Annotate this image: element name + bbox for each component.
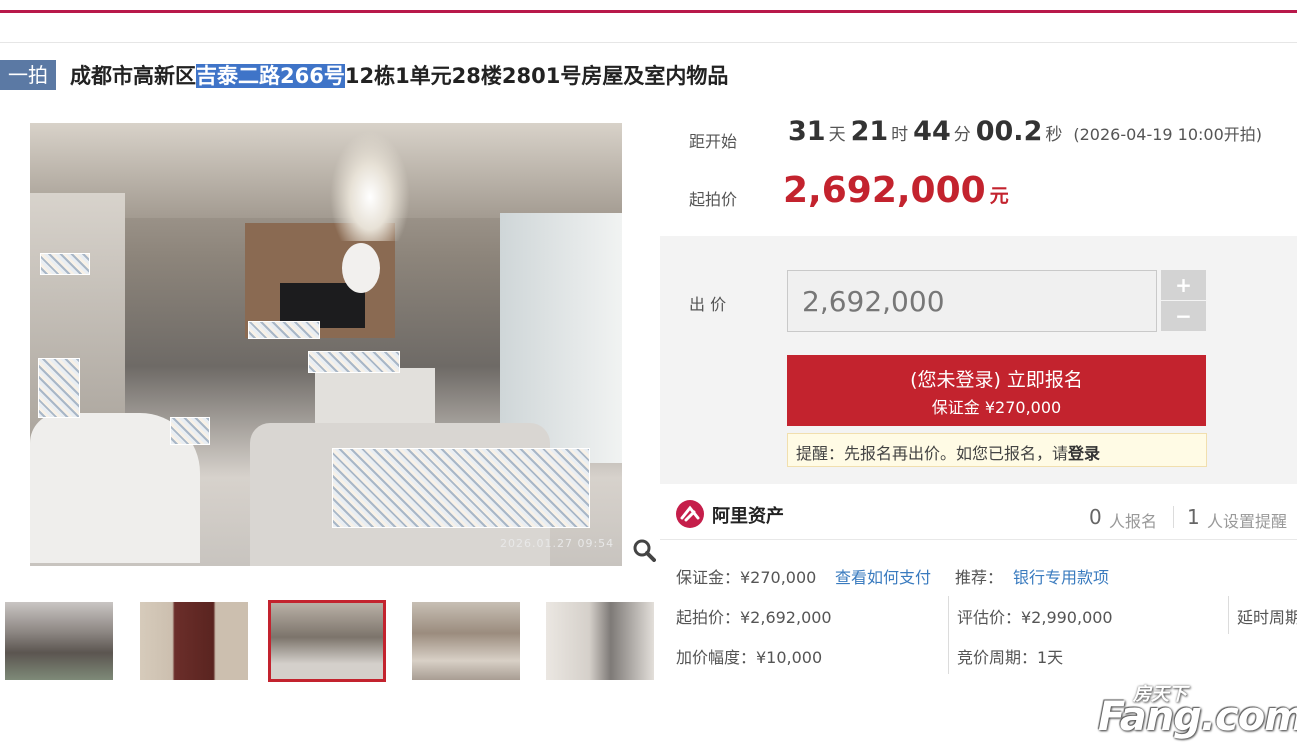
signup-deposit: 保证金 ¥270,000 (931, 398, 1062, 417)
starting-price-label: 起拍价 (689, 190, 738, 209)
thumbnail[interactable] (140, 602, 248, 680)
countdown-timer: 31 天 21 时 44 分 00.2 秒 (2026-04-19 10:00开拍) (788, 116, 1262, 147)
bid-increment: 加价幅度：¥10,000 (676, 648, 823, 667)
countdown-days: 31 (788, 116, 826, 147)
thumbnail-strip (0, 600, 660, 685)
bank-payment-link[interactable]: 银行专用款项 (1013, 564, 1109, 588)
bid-amount-input[interactable] (787, 270, 1157, 332)
starting-price: 2,692,000 元 (783, 170, 1009, 211)
signup-count-label: 人报名 (1109, 512, 1158, 531)
signup-count: 0 (1089, 505, 1102, 529)
price-unit: 元 (989, 185, 1009, 207)
bidding-cycle: 竞价周期：1天 (957, 648, 1064, 667)
ali-assets-logo-icon (676, 500, 704, 528)
watermark-logo: Fang.com (1098, 694, 1297, 740)
signup-button-label: (您未登录) 立即报名 (910, 369, 1083, 391)
redaction-box (170, 417, 210, 445)
photo-table (315, 368, 435, 428)
thumbnail[interactable] (5, 602, 113, 680)
redaction-box (38, 358, 80, 418)
photo-balloon (342, 243, 380, 293)
thumbnail[interactable] (412, 602, 520, 680)
platform-name: 阿里资产 (712, 506, 784, 527)
deposit-info: 保证金：¥270,000 (676, 568, 817, 587)
countdown-hours: 21 (850, 116, 889, 147)
decrease-bid-button[interactable]: − (1161, 301, 1206, 331)
thumbnail-selected[interactable] (268, 600, 386, 682)
page-title: 成都市高新区吉泰二路266号12栋1单元28楼2801号房屋及室内物品 (70, 60, 728, 90)
how-to-pay-link[interactable]: 查看如何支付 (835, 564, 931, 588)
countdown-seconds: 00.2 (975, 116, 1043, 147)
top-accent-line (0, 10, 1297, 13)
auction-title: 一拍 成都市高新区吉泰二路266号12栋1单元28楼2801号房屋及室内物品 (0, 58, 728, 92)
countdown-minutes: 44 (913, 116, 951, 147)
auction-round-tag: 一拍 (0, 60, 56, 90)
detail-divider (948, 596, 949, 674)
redaction-box (332, 448, 590, 528)
delay-cycle: 延时周期 (1237, 608, 1297, 627)
title-prefix: 成都市高新区 (70, 64, 196, 88)
days-unit: 天 (828, 125, 846, 145)
hours-unit: 时 (891, 125, 909, 145)
countdown-label: 距开始 (689, 132, 738, 151)
increase-bid-button[interactable]: + (1161, 270, 1206, 300)
reminder-notice: 提醒：先报名再出价。如您已报名，请登录 (787, 433, 1207, 467)
photo-chandelier (330, 131, 410, 241)
title-suffix: 12栋1单元28楼2801号房屋及室内物品 (344, 64, 729, 88)
starting-price-detail: 起拍价：¥2,692,000 (676, 608, 832, 627)
redaction-box (248, 321, 320, 339)
photo-timestamp: 2026.01.27 09:54 (500, 537, 615, 550)
recommend-label: 推荐： (955, 568, 1004, 587)
seconds-unit: 秒 (1045, 125, 1063, 145)
redaction-box (308, 351, 400, 373)
appraisal-price: 评估价：¥2,990,000 (957, 608, 1113, 627)
zoom-icon[interactable] (632, 538, 656, 562)
stat-divider (1173, 506, 1174, 528)
reminder-count-label: 人设置提醒 (1207, 512, 1288, 531)
detail-divider (1228, 596, 1229, 634)
header-divider (0, 42, 1297, 43)
main-property-photo[interactable]: 2026.01.27 09:54 (30, 123, 622, 566)
reminder-count: 1 (1187, 505, 1200, 529)
title-highlight: 吉泰二路266号 (196, 64, 345, 88)
reminder-text: 提醒：先报名再出价。如您已报名，请 (796, 444, 1069, 463)
login-link[interactable]: 登录 (1068, 444, 1100, 463)
thumbnail[interactable] (546, 602, 654, 680)
signup-button[interactable]: (您未登录) 立即报名 保证金 ¥270,000 (787, 355, 1206, 426)
minutes-unit: 分 (953, 125, 971, 145)
start-time: (2026-04-19 10:00开拍) (1073, 125, 1263, 144)
platform-row: 阿里资产 (660, 490, 1297, 540)
redaction-box (40, 253, 90, 275)
bid-label: 出 价 (689, 295, 727, 314)
starting-price-value: 2,692,000 (783, 170, 986, 211)
